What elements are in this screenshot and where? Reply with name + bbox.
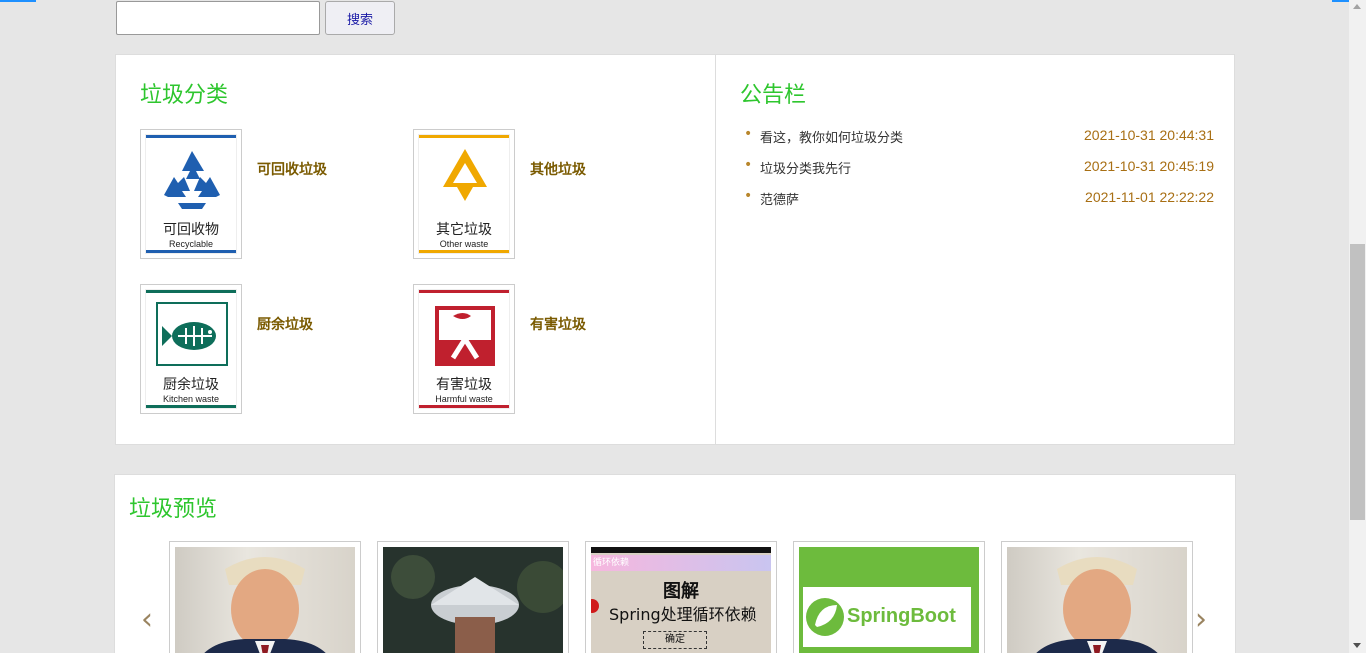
kitchen-waste-image[interactable]: 厨余垃圾 Kitchen waste [140, 284, 242, 414]
harmful-waste-image[interactable]: 有害垃圾 Harmful waste [413, 284, 515, 414]
preview-image[interactable]: SpringBoot [793, 541, 985, 653]
other-waste-image[interactable]: 其它垃圾 Other waste [413, 129, 515, 259]
springboot-text: SpringBoot [847, 605, 956, 627]
bullet-icon: • [744, 188, 753, 204]
notice-item[interactable]: • 垃圾分类我先行 2021-10-31 20:45:19 [744, 157, 1214, 177]
preview-title: 垃圾预览 [129, 497, 218, 522]
search-input[interactable] [116, 1, 320, 35]
film-strip [591, 547, 771, 553]
categories-title: 垃圾分类 [140, 83, 229, 108]
scroll-down-arrow-icon[interactable] [1353, 643, 1361, 648]
notice-link[interactable]: 看这，教你如何垃圾分类 [760, 127, 903, 146]
recycle-icon [164, 151, 220, 209]
preview-panel: 垃圾预览 ‹ › 循环依赖 图解 Spring处理循环依赖 确定 SpringB… [114, 474, 1236, 653]
panel-divider [715, 55, 716, 444]
error-icon [591, 599, 599, 613]
notice-item[interactable]: • 范德萨 2021-11-01 22:22:22 [744, 188, 1214, 208]
harmful-waste-icon [435, 306, 495, 366]
sign-text-en: Kitchen waste [162, 394, 220, 404]
portrait-photo [204, 557, 326, 653]
scroll-up-arrow-icon[interactable] [1353, 4, 1361, 9]
preview-image[interactable] [377, 541, 569, 653]
notice-link[interactable]: 垃圾分类我先行 [760, 158, 851, 177]
category-other-waste-link[interactable]: 其他垃圾 [530, 159, 586, 179]
sign-text-cn: 可回收物 [163, 222, 219, 238]
sign-text-cn: 其它垃圾 [436, 222, 492, 238]
category-recyclable-link[interactable]: 可回收垃圾 [257, 159, 327, 179]
bullet-icon: • [744, 126, 753, 142]
sign-text-en: Other waste [439, 239, 489, 249]
scrollbar-thumb[interactable] [1350, 244, 1365, 520]
spring-leaf-icon [806, 598, 844, 636]
notice-title: 公告栏 [740, 83, 807, 108]
diagram-subtitle: Spring处理循环依赖 [609, 605, 757, 624]
sign-text-en: Recyclable [168, 239, 214, 249]
diagram-header: 循环依赖 [591, 555, 771, 571]
carousel-prev-button[interactable]: ‹ [141, 605, 153, 635]
notice-date: 2021-10-31 20:44:31 [1084, 127, 1214, 143]
sign-text-cn: 厨余垃圾 [163, 377, 219, 393]
preview-image[interactable]: 循环依赖 图解 Spring处理循环依赖 确定 [585, 541, 777, 653]
preview-image[interactable] [169, 541, 361, 653]
fish-bone-icon [156, 302, 228, 366]
other-waste-icon [443, 149, 487, 201]
sign-text-cn: 有害垃圾 [436, 377, 492, 393]
category-kitchen-waste-link[interactable]: 厨余垃圾 [257, 314, 313, 334]
vertical-scrollbar[interactable] [1349, 0, 1366, 653]
main-panel: 垃圾分类 可回收物 Recyclable 可回收垃圾 其它垃圾 Other wa… [115, 54, 1235, 445]
diagram-title: 图解 [663, 581, 699, 602]
sign-text-en: Harmful waste [435, 394, 493, 404]
notice-date: 2021-11-01 22:22:22 [1085, 189, 1214, 205]
carousel-next-button[interactable]: › [1195, 605, 1207, 635]
bullet-icon: • [744, 157, 753, 173]
building-photo [383, 547, 563, 653]
recyclable-image[interactable]: 可回收物 Recyclable [140, 129, 242, 259]
diagram-confirm-button: 确定 [643, 631, 707, 649]
notice-item[interactable]: • 看这，教你如何垃圾分类 2021-10-31 20:44:31 [744, 126, 1214, 146]
preview-image[interactable] [1001, 541, 1193, 653]
portrait-photo [1036, 557, 1158, 653]
notice-date: 2021-10-31 20:45:19 [1084, 158, 1214, 174]
category-harmful-waste-link[interactable]: 有害垃圾 [530, 314, 586, 334]
search-button[interactable]: 搜索 [325, 1, 395, 35]
notice-link[interactable]: 范德萨 [760, 189, 799, 208]
top-accent-line-left [0, 0, 36, 2]
